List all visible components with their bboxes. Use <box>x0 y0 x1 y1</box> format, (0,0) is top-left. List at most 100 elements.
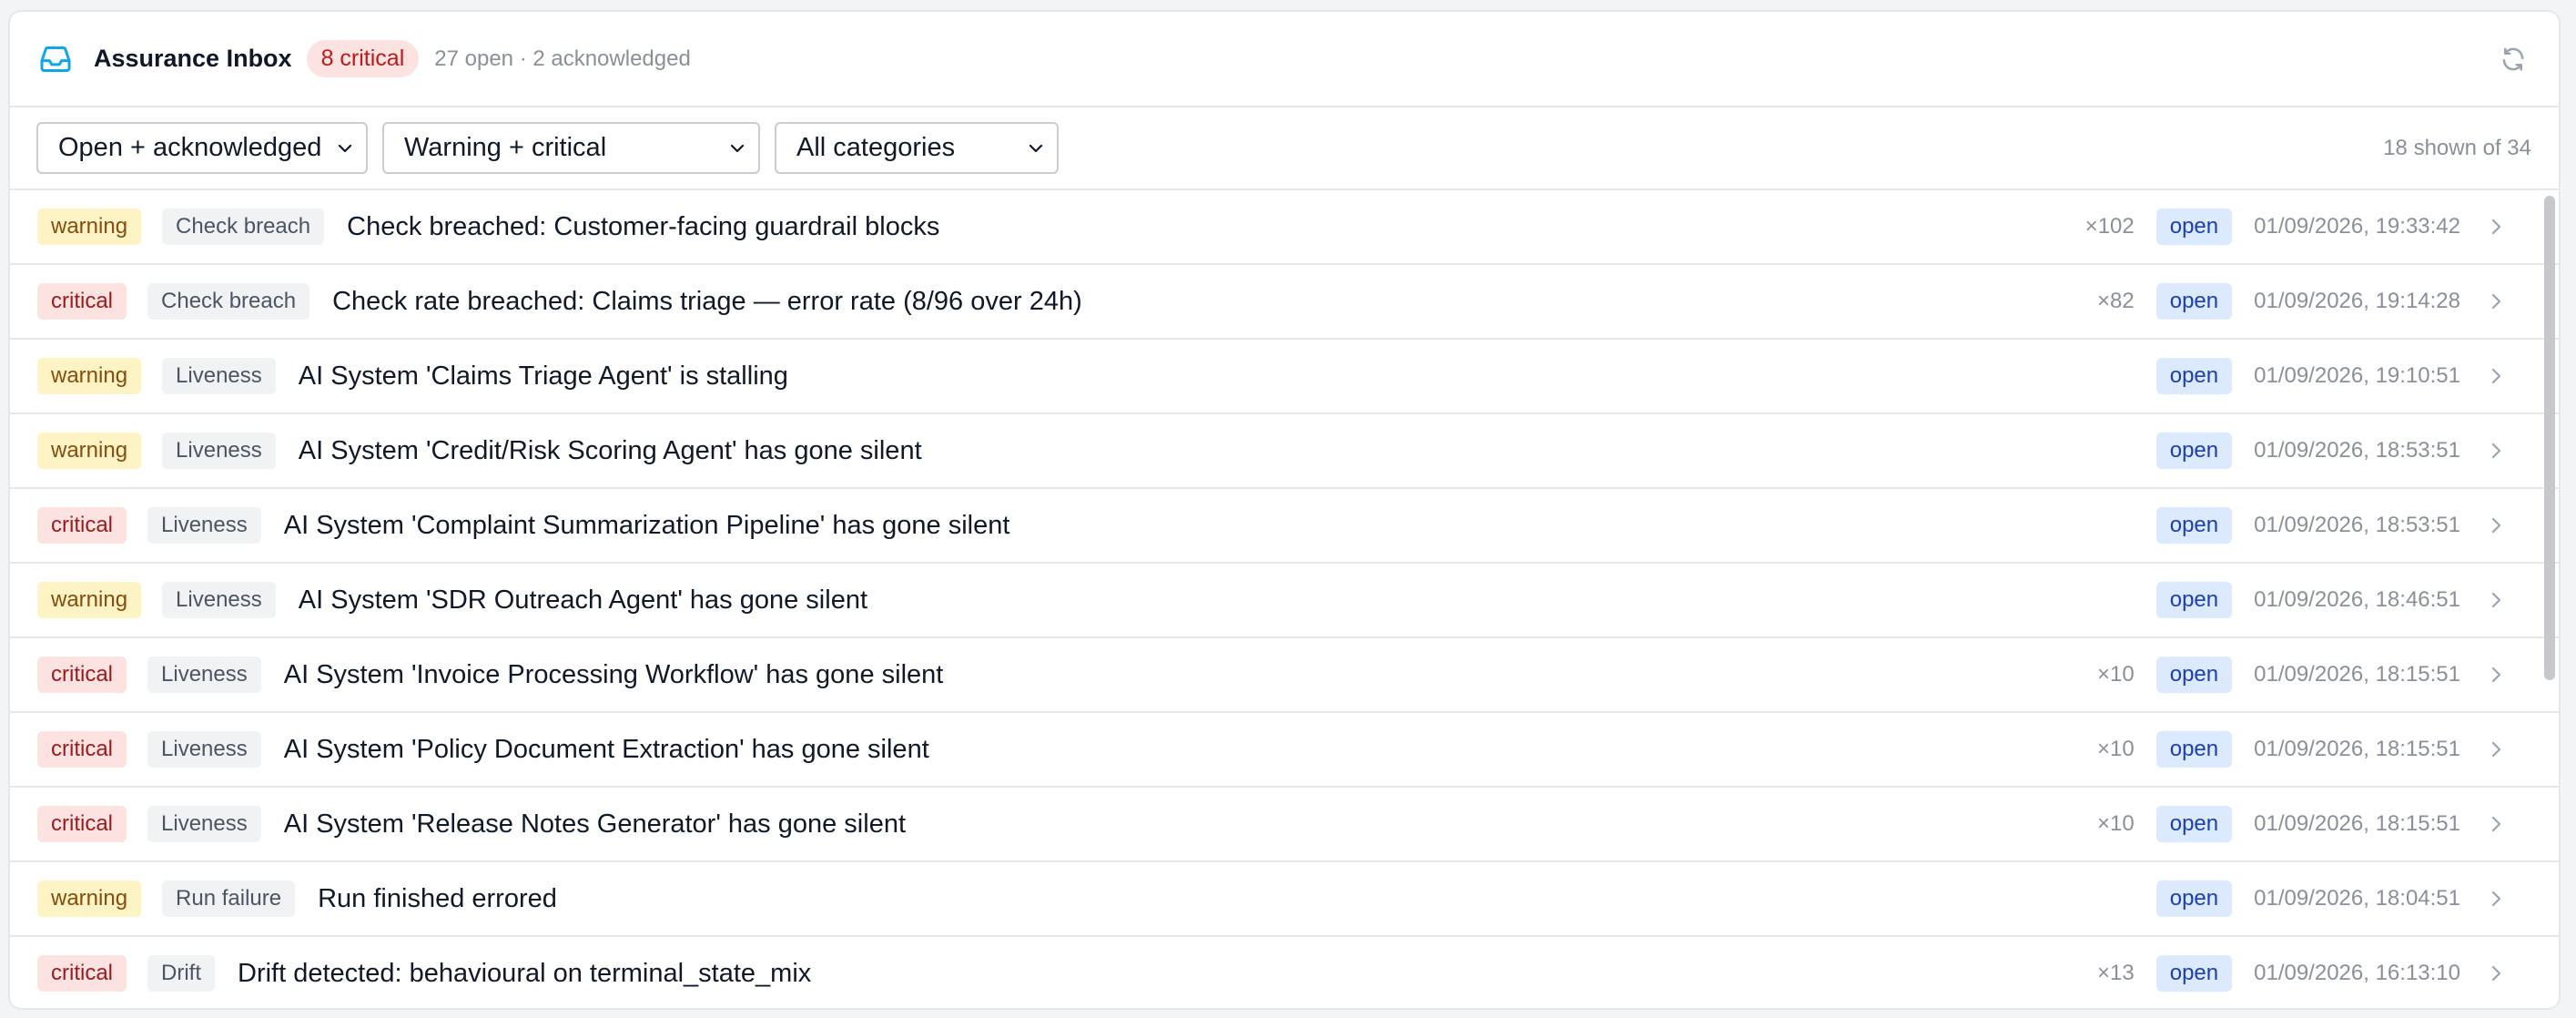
chevron-right-icon <box>2490 365 2508 387</box>
category-badge: Liveness <box>162 582 276 618</box>
alert-message: Drift detected: behavioural on terminal_… <box>238 958 812 988</box>
category-badge: Liveness <box>147 657 261 693</box>
severity-badge: critical <box>37 283 127 320</box>
category-badge: Run failure <box>162 881 296 917</box>
alert-row[interactable]: critical Check breach Check rate breache… <box>10 265 2559 340</box>
status-badge: open <box>2155 806 2233 842</box>
alert-timestamp: 01/09/2026, 18:53:51 <box>2254 513 2460 537</box>
status-badge: open <box>2155 507 2233 544</box>
page-title: Assurance Inbox <box>94 45 292 72</box>
severity-badge: warning <box>37 358 142 394</box>
occurrence-count: ×82 <box>2097 289 2135 313</box>
status-badge: open <box>2155 283 2233 320</box>
alert-row[interactable]: warning Liveness AI System 'Credit/Risk … <box>10 414 2559 489</box>
alert-meta: open 01/09/2026, 18:53:51 <box>2155 507 2508 544</box>
alert-timestamp: 01/09/2026, 18:46:51 <box>2254 587 2460 612</box>
alert-meta: open 01/09/2026, 18:04:51 <box>2155 881 2508 917</box>
scrollbar-thumb[interactable] <box>2544 196 2555 680</box>
alert-row[interactable]: warning Run failure Run finished errored… <box>10 862 2559 937</box>
chevron-right-icon <box>2490 962 2508 984</box>
alert-message: AI System 'Release Notes Generator' has … <box>283 809 907 839</box>
chevron-down-icon <box>1028 143 1044 154</box>
chevron-right-icon <box>2490 813 2508 835</box>
alert-timestamp: 01/09/2026, 18:04:51 <box>2254 886 2460 911</box>
assurance-inbox-panel: Assurance Inbox 8 critical 27 open · 2 a… <box>8 10 2561 1010</box>
occurrence-count: ×102 <box>2084 214 2135 239</box>
severity-filter-value: Warning + critical <box>404 133 607 162</box>
category-badge: Liveness <box>162 433 276 469</box>
inbox-summary: 27 open · 2 acknowledged <box>434 46 691 71</box>
severity-badge: warning <box>37 433 142 469</box>
inbox-tray-icon <box>37 41 74 77</box>
chevron-right-icon <box>2490 514 2508 536</box>
category-badge: Check breach <box>147 283 310 320</box>
status-badge: open <box>2155 209 2233 245</box>
alert-timestamp: 01/09/2026, 19:33:42 <box>2254 214 2460 239</box>
alert-row[interactable]: critical Drift Drift detected: behaviour… <box>10 937 2559 1008</box>
category-badge: Liveness <box>162 358 276 394</box>
alert-timestamp: 01/09/2026, 16:13:10 <box>2254 961 2460 985</box>
alert-message: AI System 'Invoice Processing Workflow' … <box>283 659 944 689</box>
alert-meta: open 01/09/2026, 19:10:51 <box>2155 358 2508 394</box>
alert-message: AI System 'Claims Triage Agent' is stall… <box>298 361 788 391</box>
alert-timestamp: 01/09/2026, 18:15:51 <box>2254 662 2460 687</box>
chevron-right-icon <box>2490 589 2508 611</box>
alert-timestamp: 01/09/2026, 18:53:51 <box>2254 438 2460 463</box>
alert-row[interactable]: critical Liveness AI System 'Invoice Pro… <box>10 638 2559 713</box>
critical-count-badge: 8 critical <box>306 40 420 77</box>
alert-meta: ×102 open 01/09/2026, 19:33:42 <box>2085 209 2508 245</box>
status-filter-select[interactable]: Open + acknowledged <box>36 122 368 174</box>
alert-message: Check rate breached: Claims triage — err… <box>332 286 1082 316</box>
alert-meta: open 01/09/2026, 18:53:51 <box>2155 433 2508 469</box>
chevron-right-icon <box>2490 440 2508 462</box>
alert-message: AI System 'Complaint Summarization Pipel… <box>283 510 1010 540</box>
severity-badge: warning <box>37 209 142 245</box>
alert-timestamp: 01/09/2026, 19:10:51 <box>2254 363 2460 388</box>
alert-row[interactable]: critical Liveness AI System 'Complaint S… <box>10 489 2559 564</box>
category-filter-select[interactable]: All categories <box>775 122 1059 174</box>
alert-row[interactable]: critical Liveness AI System 'Policy Docu… <box>10 713 2559 788</box>
category-badge: Liveness <box>147 806 261 842</box>
category-badge: Liveness <box>147 507 261 544</box>
chevron-right-icon <box>2490 290 2508 312</box>
status-badge: open <box>2155 955 2233 992</box>
alert-timestamp: 01/09/2026, 19:14:28 <box>2254 289 2460 313</box>
category-badge: Liveness <box>147 731 261 768</box>
status-badge: open <box>2155 582 2233 618</box>
chevron-down-icon <box>337 143 353 154</box>
alert-row[interactable]: warning Check breach Check breached: Cus… <box>10 190 2559 265</box>
refresh-button[interactable] <box>2495 41 2531 77</box>
severity-badge: warning <box>37 881 142 917</box>
shown-count: 18 shown of 34 <box>2383 135 2531 160</box>
severity-filter-select[interactable]: Warning + critical <box>382 122 760 174</box>
alert-row[interactable]: warning Liveness AI System 'SDR Outreach… <box>10 564 2559 638</box>
alert-meta: ×10 open 01/09/2026, 18:15:51 <box>2097 731 2508 768</box>
category-badge: Check breach <box>162 209 325 245</box>
alert-meta: ×13 open 01/09/2026, 16:13:10 <box>2097 955 2508 992</box>
alert-timestamp: 01/09/2026, 18:15:51 <box>2254 811 2460 836</box>
alert-meta: ×82 open 01/09/2026, 19:14:28 <box>2097 283 2508 320</box>
severity-badge: critical <box>37 731 127 768</box>
status-badge: open <box>2155 657 2233 693</box>
alert-message: Run finished errored <box>318 883 557 913</box>
alert-meta: ×10 open 01/09/2026, 18:15:51 <box>2097 806 2508 842</box>
alert-list[interactable]: warning Check breach Check breached: Cus… <box>10 190 2559 1008</box>
severity-badge: warning <box>37 582 142 618</box>
severity-badge: critical <box>37 507 127 544</box>
chevron-right-icon <box>2490 738 2508 760</box>
occurrence-count: ×10 <box>2097 662 2135 687</box>
filter-bar: Open + acknowledged Warning + critical A… <box>10 107 2559 190</box>
refresh-icon <box>2502 47 2524 70</box>
severity-badge: critical <box>37 806 127 842</box>
inbox-header: Assurance Inbox 8 critical 27 open · 2 a… <box>10 12 2559 107</box>
alert-message: AI System 'SDR Outreach Agent' has gone … <box>298 585 868 615</box>
occurrence-count: ×13 <box>2097 961 2135 985</box>
severity-badge: critical <box>37 955 127 992</box>
alert-row[interactable]: warning Liveness AI System 'Claims Triag… <box>10 340 2559 414</box>
alert-row[interactable]: critical Liveness AI System 'Release Not… <box>10 788 2559 862</box>
alert-meta: open 01/09/2026, 18:46:51 <box>2155 582 2508 618</box>
alert-message: AI System 'Policy Document Extraction' h… <box>283 734 929 764</box>
alert-message: Check breached: Customer-facing guardrai… <box>347 211 940 241</box>
category-filter-value: All categories <box>796 133 956 162</box>
chevron-right-icon <box>2490 216 2508 238</box>
